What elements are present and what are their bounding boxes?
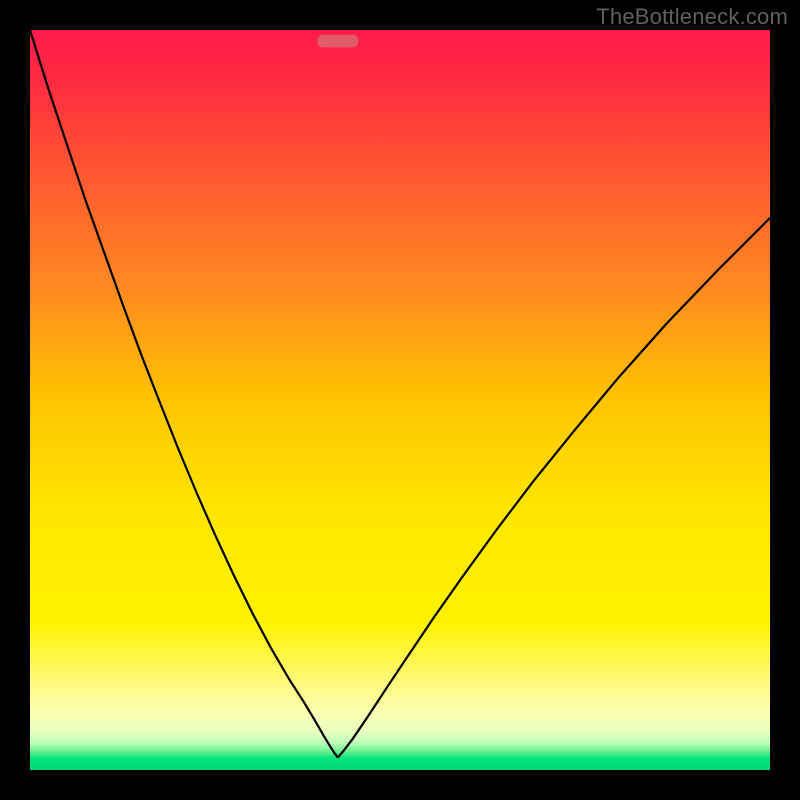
gradient-background	[30, 30, 770, 770]
watermark-text: TheBottleneck.com	[596, 4, 788, 30]
outer-frame: TheBottleneck.com	[0, 0, 800, 800]
bottleneck-chart	[30, 30, 770, 770]
bottom-marker	[317, 35, 358, 48]
